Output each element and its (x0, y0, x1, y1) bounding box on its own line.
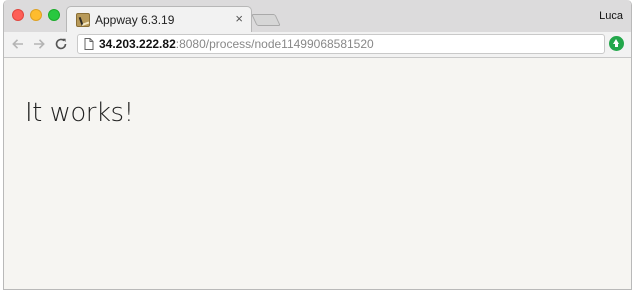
browser-toolbar: 34.203.222.82:8080/process/node114990685… (4, 32, 631, 58)
tab-appway[interactable]: Appway 6.3.19 × (66, 6, 252, 33)
new-tab-button[interactable] (251, 14, 281, 26)
close-window-button[interactable] (12, 9, 24, 21)
url-path: :8080/process/node11499068581520 (175, 37, 374, 51)
tab-title: Appway 6.3.19 (95, 13, 175, 27)
url-text[interactable]: 34.203.222.82:8080/process/node114990685… (99, 37, 374, 51)
page-icon (84, 38, 94, 50)
address-bar[interactable]: 34.203.222.82:8080/process/node114990685… (77, 34, 605, 54)
reload-icon[interactable] (53, 36, 69, 52)
tab-close-icon[interactable]: × (235, 11, 243, 26)
profile-name[interactable]: Luca (599, 10, 623, 22)
arrow-right-icon[interactable] (31, 36, 47, 52)
title-bar: Appway 6.3.19 × Luca (4, 0, 631, 33)
browser-window: Appway 6.3.19 × Luca 34.203.222.82:8080/… (3, 0, 632, 290)
upload-arrow-icon[interactable] (609, 36, 624, 51)
page-headline: It works! (25, 98, 134, 128)
page-content: It works! (4, 58, 631, 289)
maximize-window-button[interactable] (48, 9, 60, 21)
url-host: 34.203.222.82 (99, 37, 176, 51)
arrow-left-icon[interactable] (10, 36, 26, 52)
appway-favicon-icon (76, 13, 90, 27)
minimize-window-button[interactable] (30, 9, 42, 21)
